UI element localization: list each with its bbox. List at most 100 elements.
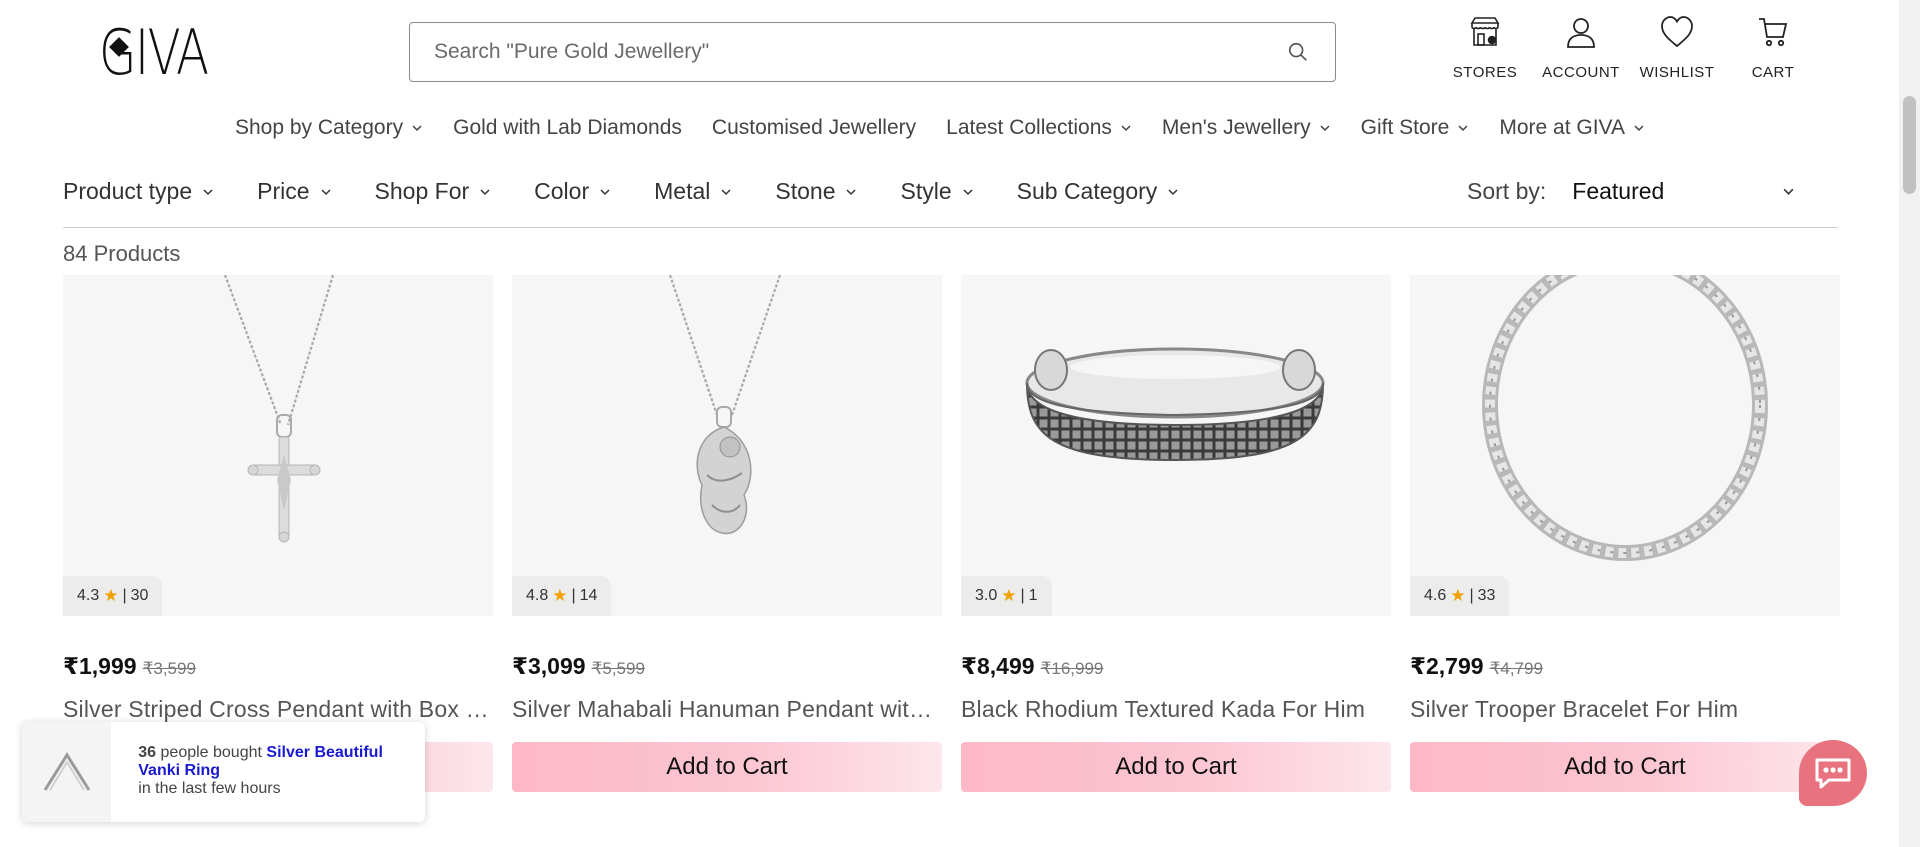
search-icon[interactable] [1285,39,1311,65]
toast-text-2: in the last few hours [138,780,281,797]
product-title[interactable]: Silver Striped Cross Pendant with Box Ch… [63,696,493,723]
review-count: 33 [1477,587,1496,604]
chevron-down-icon [1320,125,1330,132]
product-card[interactable]: 3.0 ★ | 1 ₹8,499 ₹16,999 Black Rhodium T… [961,275,1391,792]
toast-count: 36 [138,744,157,761]
filter-label: Stone [775,178,836,204]
chevron-down-icon [1634,125,1644,132]
product-title[interactable]: Silver Mahabali Hanuman Pendant with Box… [512,696,942,723]
chevron-down-icon [600,188,610,195]
nav-shop-by-category[interactable]: Shop by Category [235,116,423,140]
filter-label: Style [900,178,952,204]
original-price: ₹5,599 [591,659,645,678]
filter-shop-for[interactable]: Shop For [375,178,492,205]
filter-color[interactable]: Color [534,178,611,205]
nav-more-at-giva[interactable]: More at GIVA [1499,116,1645,140]
price-row: ₹3,099 ₹5,599 [512,653,942,680]
rating-badge: 4.8 ★ | 14 [512,576,612,616]
chat-icon [1815,758,1851,789]
social-proof-toast[interactable]: 36 people bought Silver Beautiful Vanki … [22,722,425,822]
nav-gold-lab-diamonds[interactable]: Gold with Lab Diamonds [453,116,682,140]
rating-badge: 4.6 ★ | 33 [1410,576,1510,616]
sale-price: ₹3,099 [512,653,586,679]
scrollbar-thumb[interactable] [1903,96,1916,194]
star-icon: ★ [552,586,568,605]
chevron-down-icon [203,188,213,195]
star-icon: ★ [1450,586,1466,605]
nav-label: More at GIVA [1499,116,1626,139]
chevron-down-icon [721,188,731,195]
product-card[interactable]: 4.6 ★ | 33 ₹2,799 ₹4,799 Silver Trooper … [1410,275,1840,792]
product-image[interactable]: 4.8 ★ | 14 [512,275,942,616]
nav-latest-collections[interactable]: Latest Collections [946,116,1132,140]
filter-style[interactable]: Style [900,178,973,205]
filter-product-type[interactable]: Product type [63,178,214,205]
account-link[interactable]: ACCOUNT [1533,14,1629,81]
add-to-cart-button[interactable]: Add to Cart [961,742,1391,792]
nav-mens-jewellery[interactable]: Men's Jewellery [1162,116,1331,140]
nav-label: Latest Collections [946,116,1112,139]
rating-separator: | [1020,587,1025,604]
account-icon [1567,18,1595,48]
rating-separator: | [1469,587,1474,604]
add-to-cart-button[interactable]: Add to Cart [1410,742,1840,792]
sort-value: Featured [1572,178,1665,204]
stores-label: STORES [1452,64,1518,81]
filter-label: Shop For [374,178,470,204]
hanuman-pendant-image [512,275,942,616]
sort-dropdown[interactable]: Sort by: Featured [1467,178,1795,205]
nav-customised-jewellery[interactable]: Customised Jewellery [712,116,916,140]
review-count: 30 [130,587,149,604]
cross-pendant-image [63,275,493,616]
cart-link[interactable]: CART [1725,14,1821,81]
nav-gift-store[interactable]: Gift Store [1361,116,1470,140]
chevron-down-icon [1168,188,1178,195]
wishlist-link[interactable]: WISHLIST [1629,14,1725,81]
page-scrollbar[interactable] [1899,0,1920,847]
rating-value: 4.8 [526,587,549,604]
product-title[interactable]: Black Rhodium Textured Kada For Him [961,696,1391,723]
filter-metal[interactable]: Metal [654,178,732,205]
filter-label: Metal [654,178,711,204]
stores-link[interactable]: STORES [1437,14,1533,81]
rating-badge: 3.0 ★ | 1 [961,576,1052,616]
filter-price[interactable]: Price [257,178,331,205]
filter-bar: Product type Price Shop For Color Metal … [63,178,1222,205]
cart-icon [1759,18,1788,47]
search-input[interactable] [434,40,1285,64]
cart-label: CART [1751,64,1795,81]
rating-value: 4.3 [77,587,100,604]
price-row: ₹2,799 ₹4,799 [1410,653,1840,680]
product-image[interactable]: 3.0 ★ | 1 [961,275,1391,616]
chevron-down-icon [480,188,490,195]
search-bar[interactable] [409,22,1336,82]
wishlist-label: WISHLIST [1639,64,1715,81]
nav-label: Shop by Category [235,116,404,139]
product-image[interactable]: 4.6 ★ | 33 [1410,275,1840,616]
filter-stone[interactable]: Stone [775,178,857,205]
sale-price: ₹2,799 [1410,653,1484,679]
price-row: ₹1,999 ₹3,599 [63,653,493,680]
chevron-down-icon [1121,125,1131,132]
star-icon: ★ [1001,586,1017,605]
ring-image [43,752,90,791]
chevron-down-icon [846,188,857,195]
filter-label: Sub Category [1016,178,1158,204]
filter-label: Color [534,178,590,204]
chat-button[interactable] [1799,740,1867,806]
chevron-down-icon [321,188,331,195]
product-image[interactable]: 4.3 ★ | 30 [63,275,493,616]
rating-value: 3.0 [975,587,998,604]
filter-sub-category[interactable]: Sub Category [1017,178,1180,205]
product-title[interactable]: Silver Trooper Bracelet For Him [1410,696,1840,723]
add-to-cart-button[interactable]: Add to Cart [512,742,942,792]
chevron-down-icon [963,188,973,195]
heart-icon [1661,16,1693,48]
product-card[interactable]: 4.8 ★ | 14 ₹3,099 ₹5,599 Silver Mahabali… [512,275,942,792]
product-card[interactable]: 4.3 ★ | 30 ₹1,999 ₹3,599 Silver Striped … [63,275,493,792]
original-price: ₹3,599 [142,659,196,678]
nav-label: Customised Jewellery [711,116,917,139]
filter-label: Price [257,178,310,204]
sale-price: ₹1,999 [63,653,137,679]
main-nav: Shop by Category Gold with Lab Diamonds … [235,116,1675,140]
